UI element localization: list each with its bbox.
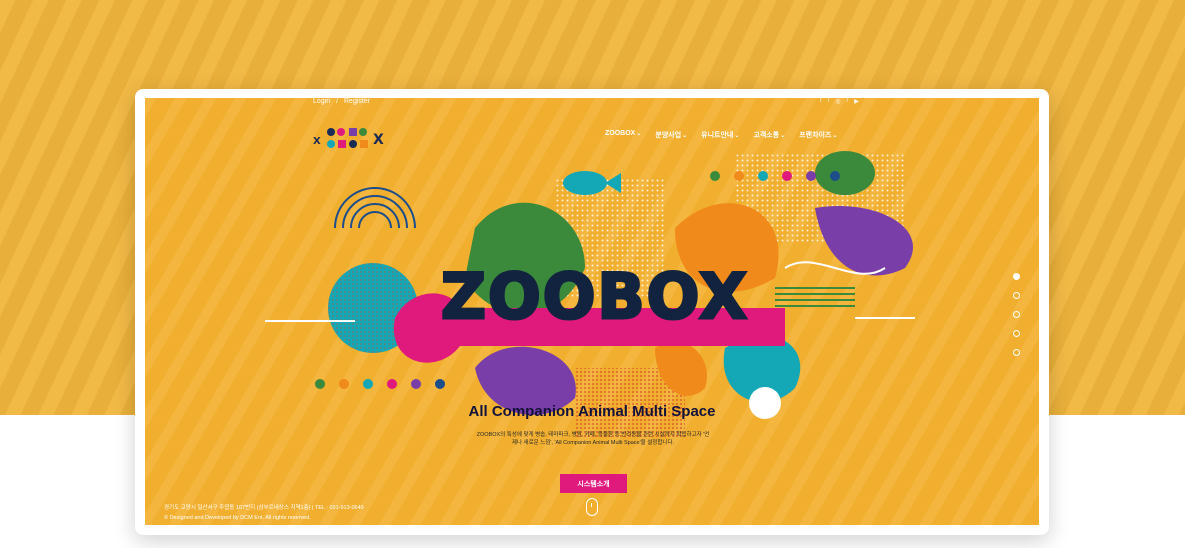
footer-address: 경기도 고양시 일산서구 주엽동 107번지 (삼부르네상스 지역1층) | T… <box>164 505 364 511</box>
slider-dot[interactable] <box>1013 292 1020 299</box>
youtube-icon[interactable]: ▶ <box>854 98 859 105</box>
website-screenshot: Login / Register f / ◎ / ▶ X X ZOOBOX⌄ 분… <box>145 98 1039 525</box>
register-link[interactable]: Register <box>344 98 370 105</box>
site-footer: 경기도 고양시 일산서구 주엽동 107번지 (삼부르네상스 지역1층) | T… <box>164 503 364 523</box>
social-separator: / <box>827 98 830 104</box>
login-register: Login / Register <box>313 98 374 105</box>
footer-credit: © Designed and Developed by DCM Ent. All… <box>164 515 311 521</box>
zoobox-wordmark: ZOOBOX <box>441 260 749 333</box>
hero-tagline: All Companion Animal Multi Space <box>468 403 716 420</box>
hero-description: ZOOBOX의 특성에 맞게 병솝, 테마파크, 병원, 카페, 등물환 등 반… <box>476 432 710 446</box>
system-intro-button[interactable]: 시스템소개 <box>560 474 627 493</box>
hero-illustration: ZOOBOX <box>265 151 915 438</box>
slider-pagination <box>1013 273 1023 368</box>
instagram-icon[interactable]: ◎ <box>835 98 840 105</box>
colored-dots-bottom <box>315 379 445 389</box>
facebook-icon[interactable]: f <box>820 98 822 105</box>
social-links: f / ◎ / ▶ <box>820 98 859 105</box>
social-separator: / <box>846 98 849 104</box>
login-separator: / <box>336 98 339 105</box>
scroll-mouse-icon[interactable] <box>586 498 598 516</box>
slider-dot[interactable] <box>1013 273 1020 280</box>
rainbow-arcs <box>334 187 416 229</box>
slider-dot[interactable] <box>1013 311 1020 318</box>
slider-dot[interactable] <box>1013 349 1020 356</box>
login-link[interactable]: Login <box>313 98 330 105</box>
slider-dot[interactable] <box>1013 330 1020 337</box>
